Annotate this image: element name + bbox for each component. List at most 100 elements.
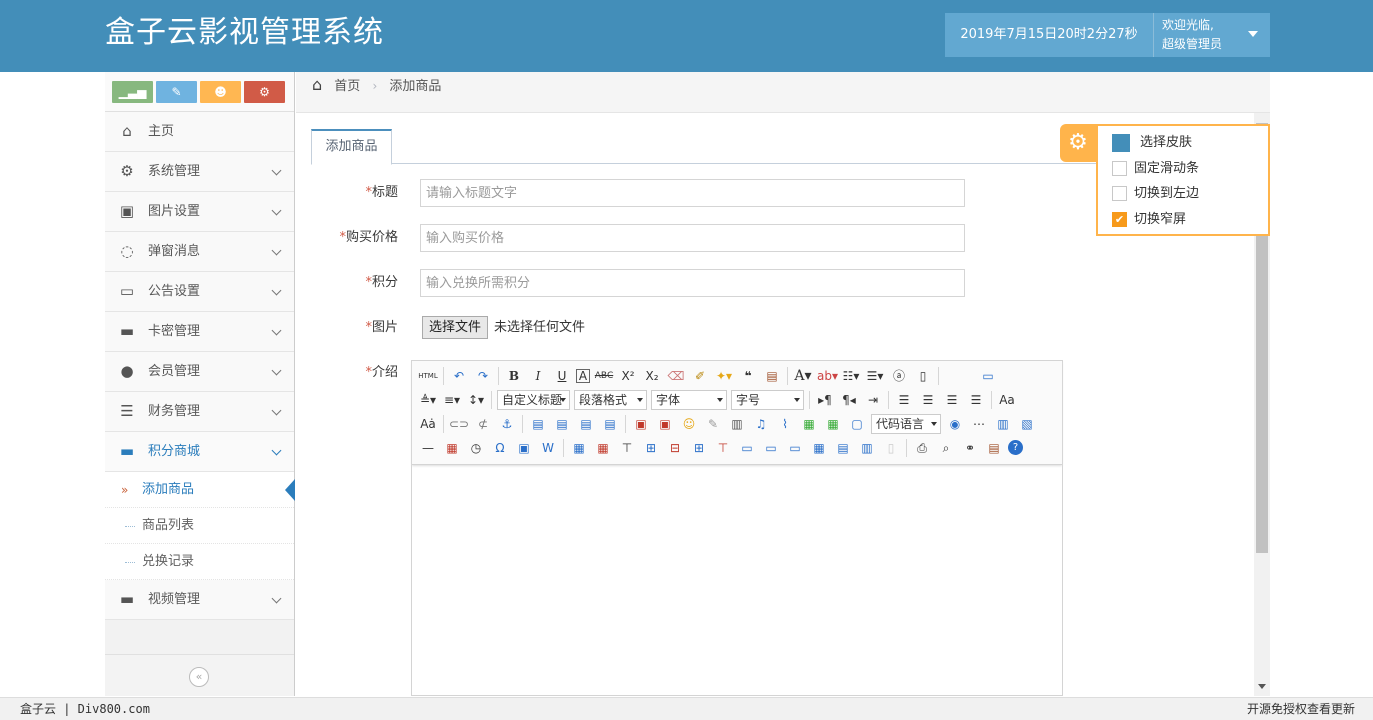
delete-table-icon[interactable]: ▦ — [593, 438, 613, 458]
redo-icon[interactable]: ↷ — [473, 366, 493, 386]
underline-icon[interactable]: U — [552, 366, 572, 386]
simple-upload-icon[interactable]: ▣ — [631, 414, 651, 434]
align-right-icon[interactable]: ☰ — [942, 390, 962, 410]
background-icon[interactable]: ▧ — [1017, 414, 1037, 434]
insert-col-icon[interactable]: ⊞ — [689, 438, 709, 458]
paste-text-icon[interactable]: ▤ — [762, 366, 782, 386]
scrawl-icon[interactable]: ✎ — [703, 414, 723, 434]
sidebar-item-members[interactable]: ● 会员管理 — [105, 352, 294, 392]
merge-right-icon[interactable]: ▭ — [761, 438, 781, 458]
footer-brand[interactable]: 盒子云 | Div800.com — [20, 698, 150, 720]
font-size-select[interactable]: 字号 — [731, 390, 804, 410]
choose-file-button[interactable]: 选择文件 — [422, 316, 489, 339]
fixed-scroll-checkbox[interactable] — [1112, 160, 1127, 176]
split-rows-icon[interactable]: ▤ — [833, 438, 853, 458]
row-spacing-bottom-icon[interactable]: ≡▾ — [442, 390, 462, 410]
double-angle-left-icon[interactable]: « — [189, 667, 209, 687]
music-icon[interactable]: ♫ — [751, 414, 771, 434]
sidebar-item-points-mall[interactable]: ▬ 积分商城 — [105, 432, 294, 472]
delete-row-icon[interactable]: ⊟ — [665, 438, 685, 458]
wordimage-icon[interactable]: ▣ — [514, 438, 534, 458]
clear-doc-icon[interactable]: ▯ — [913, 366, 933, 386]
word-icon[interactable]: W — [538, 438, 558, 458]
skin-color-swatch[interactable] — [1112, 134, 1130, 152]
insert-video-icon[interactable]: ▥ — [727, 414, 747, 434]
cogs-icon[interactable]: ⚙ — [244, 81, 285, 103]
gmap-icon[interactable]: ▦ — [823, 414, 843, 434]
editor-body[interactable] — [412, 465, 1062, 695]
auto-format-icon[interactable]: ✦▾ — [714, 366, 734, 386]
image-right-icon[interactable]: ▤ — [576, 414, 596, 434]
undo-icon[interactable]: ↶ — [449, 366, 469, 386]
time-icon[interactable]: ◷ — [466, 438, 486, 458]
highlight-icon[interactable]: ab▾ — [817, 366, 838, 386]
image-center-icon[interactable]: ▤ — [600, 414, 620, 434]
title-input[interactable] — [420, 179, 965, 207]
sidebar-item-popup[interactable]: ◌ 弹窗消息 — [105, 232, 294, 272]
switch-left-option[interactable]: 切换到左边 — [1112, 181, 1268, 207]
insert-image-icon[interactable]: ▣ — [655, 414, 675, 434]
horizontal-rule-icon[interactable]: — — [418, 438, 438, 458]
sidebar-item-home[interactable]: ⌂ 主页 — [105, 112, 294, 152]
insert-frame-icon[interactable]: ▢ — [847, 414, 867, 434]
subscript-icon[interactable]: X₂ — [642, 366, 662, 386]
drafts-icon[interactable]: ▤ — [984, 438, 1004, 458]
row-spacing-top-icon[interactable]: ≜▾ — [418, 390, 438, 410]
narrow-screen-checkbox[interactable]: ✔ — [1112, 211, 1127, 227]
unordered-list-icon[interactable]: ☰▾ — [865, 366, 885, 386]
insert-row-icon[interactable]: ⊞ — [641, 438, 661, 458]
merge-down-icon[interactable]: ▭ — [785, 438, 805, 458]
line-height-icon[interactable]: ↕▾ — [466, 390, 486, 410]
print-icon[interactable]: ⎙ — [912, 438, 932, 458]
font-color-icon[interactable]: A▾ — [793, 366, 813, 386]
skin-selector[interactable]: 选择皮肤 — [1112, 130, 1268, 156]
pencil-icon[interactable]: ✎ — [156, 81, 197, 103]
align-left-icon[interactable]: ☰ — [894, 390, 914, 410]
submenu-item-add-product[interactable]: » 添加商品 — [105, 472, 295, 508]
date-icon[interactable]: ▦ — [442, 438, 462, 458]
font-family-select[interactable]: 字体 — [651, 390, 727, 410]
users-icon[interactable]: ☻ — [200, 81, 241, 103]
align-center-icon[interactable]: ☰ — [918, 390, 938, 410]
points-input[interactable] — [420, 269, 965, 297]
split-cols-icon[interactable]: ▥ — [857, 438, 877, 458]
case-icon[interactable]: Aȧ — [418, 414, 438, 434]
insert-table-icon[interactable]: ▦ — [569, 438, 589, 458]
submenu-item-product-list[interactable]: 商品列表 — [105, 508, 294, 544]
split-cells-icon[interactable]: ▦ — [809, 438, 829, 458]
blockquote-icon[interactable]: ❝ — [738, 366, 758, 386]
sidebar-item-video[interactable]: ▬ 视频管理 — [105, 580, 294, 620]
ltr-icon[interactable]: ▸¶ — [815, 390, 835, 410]
footer-update-link[interactable]: 开源免授权查看更新 — [1247, 698, 1355, 720]
search-replace-icon[interactable]: ⚭ — [960, 438, 980, 458]
code-language-select[interactable]: 代码语言 — [871, 414, 941, 434]
submenu-item-exchange-records[interactable]: 兑换记录 — [105, 544, 294, 580]
signal-icon[interactable]: ▁▃▅ — [112, 81, 153, 103]
user-menu[interactable]: 欢迎光临, 超级管理员 — [1153, 13, 1270, 57]
select-all-icon[interactable]: ⓐ — [889, 366, 909, 386]
narrow-screen-option[interactable]: ✔ 切换窄屏 — [1112, 207, 1268, 233]
indent-icon[interactable]: ⇥ — [863, 390, 883, 410]
strikethrough-icon[interactable]: ABC — [594, 366, 614, 386]
app-title[interactable]: 盒子云影视管理系统 — [105, 13, 384, 53]
italic-icon[interactable]: I — [528, 366, 548, 386]
special-chars-icon[interactable]: Ω — [490, 438, 510, 458]
merge-cells-icon[interactable]: ▭ — [737, 438, 757, 458]
superscript-icon[interactable]: X² — [618, 366, 638, 386]
settings-gear-icon[interactable]: ⚙ — [1060, 124, 1096, 162]
bold-icon[interactable]: B — [504, 366, 524, 386]
format-brush-icon[interactable]: ✐ — [690, 366, 710, 386]
chart-icon[interactable]: ▯ — [881, 438, 901, 458]
map-icon[interactable]: ▦ — [799, 414, 819, 434]
image-none-icon[interactable]: ▤ — [528, 414, 548, 434]
delete-col-icon[interactable]: ⊤ — [713, 438, 733, 458]
sidebar-item-finance[interactable]: ☰ 财务管理 — [105, 392, 294, 432]
template-icon[interactable]: ▥ — [993, 414, 1013, 434]
image-left-icon[interactable]: ▤ — [552, 414, 572, 434]
anchor-icon[interactable]: ⚓ — [497, 414, 517, 434]
emotion-icon[interactable]: ☺ — [679, 414, 699, 434]
fixed-scroll-option[interactable]: 固定滑动条 — [1112, 156, 1268, 182]
sidebar-item-cards[interactable]: ▬ 卡密管理 — [105, 312, 294, 352]
sidebar-item-system[interactable]: ⚙ 系统管理 — [105, 152, 294, 192]
webapp-icon[interactable]: ◉ — [945, 414, 965, 434]
